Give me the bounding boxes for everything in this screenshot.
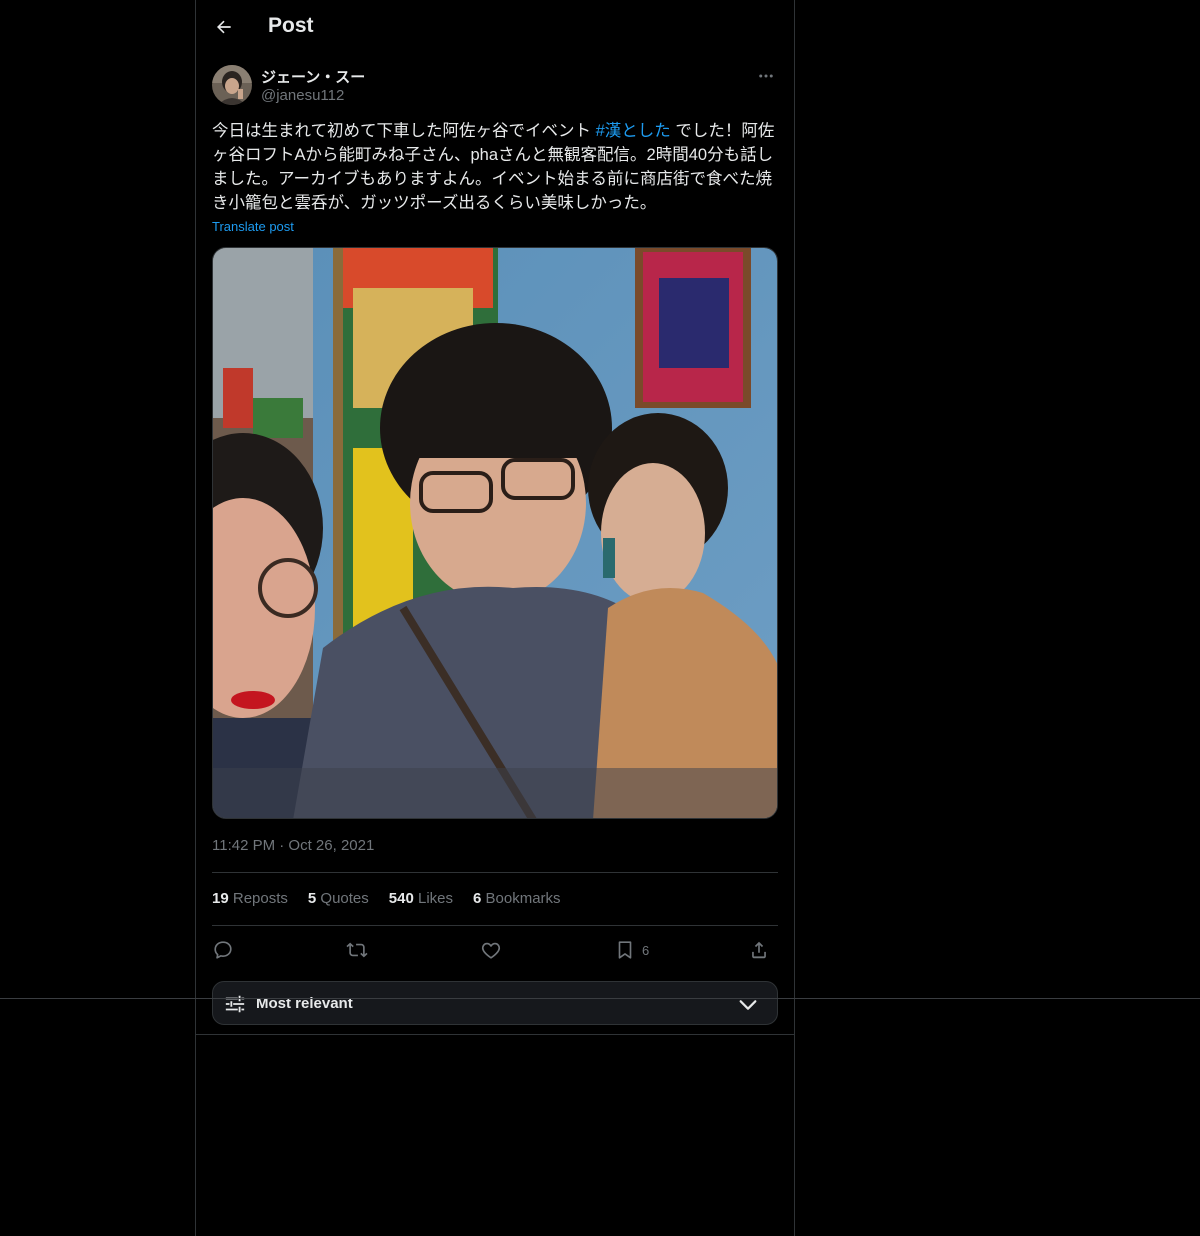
likes-label: Likes bbox=[417, 890, 454, 907]
post-text-before: 今日は生まれて初めて下車した阿佐ヶ谷でイベント bbox=[212, 122, 596, 140]
share-icon bbox=[752, 941, 766, 959]
repost-icon bbox=[346, 942, 368, 958]
reposts-count: 19 bbox=[212, 890, 229, 907]
translate-post-link[interactable]: Translate post bbox=[212, 219, 294, 234]
avatar[interactable] bbox=[212, 65, 252, 105]
main-column: Post ジェーン・スー @janesu112 今日は生まれて初めて下車した阿佐… bbox=[195, 0, 795, 1236]
divider bbox=[212, 872, 778, 873]
likes-count: 540 bbox=[388, 890, 414, 907]
reply-sort-dropdown[interactable]: Most relevant bbox=[212, 981, 778, 1025]
page-title: Post bbox=[268, 14, 314, 37]
bookmark-count: 6 bbox=[642, 942, 650, 958]
engagement-stats: 19 Reposts 5 Quotes 540 Likes 6 Bookmark… bbox=[212, 890, 561, 907]
like-button[interactable] bbox=[480, 934, 502, 966]
top-bar: Post bbox=[196, 0, 794, 54]
quotes-label: Quotes bbox=[320, 890, 369, 907]
repost-button[interactable] bbox=[346, 934, 368, 966]
bookmarks-label: Bookmarks bbox=[485, 890, 561, 907]
sliders-icon bbox=[225, 995, 245, 1013]
bookmarks-count: 6 bbox=[473, 890, 482, 907]
bookmark-icon bbox=[618, 941, 632, 959]
quotes-stat[interactable]: 5 Quotes bbox=[308, 890, 369, 907]
reply-icon bbox=[214, 941, 232, 959]
hashtag-link[interactable]: #漢とした bbox=[596, 122, 671, 140]
reposts-stat[interactable]: 19 Reposts bbox=[212, 890, 288, 907]
reposts-label: Reposts bbox=[232, 890, 288, 907]
bookmark-button[interactable]: 6 bbox=[614, 934, 649, 966]
share-button[interactable] bbox=[748, 934, 770, 966]
section-divider bbox=[196, 1034, 794, 1035]
likes-stat[interactable]: 540 Likes bbox=[389, 890, 453, 907]
heart-icon bbox=[481, 942, 501, 959]
more-horizontal-icon bbox=[759, 74, 773, 78]
more-options-button[interactable] bbox=[754, 64, 778, 88]
user-handle[interactable]: @janesu112 bbox=[261, 87, 344, 104]
post-photo[interactable] bbox=[212, 247, 778, 819]
quotes-count: 5 bbox=[307, 890, 317, 907]
horizontal-guide-line bbox=[0, 998, 1200, 999]
back-button[interactable] bbox=[210, 13, 238, 41]
divider bbox=[212, 925, 778, 926]
display-name[interactable]: ジェーン・スー bbox=[261, 66, 365, 87]
reply-button[interactable] bbox=[212, 934, 234, 966]
arrow-left-icon bbox=[217, 20, 231, 34]
action-bar: 6 bbox=[212, 934, 778, 966]
post-text: 今日は生まれて初めて下車した阿佐ヶ谷でイベント #漢とした でした！阿佐ヶ谷ロフ… bbox=[212, 119, 778, 215]
post-author: ジェーン・スー @janesu112 bbox=[212, 64, 778, 108]
bookmarks-stat[interactable]: 6 Bookmarks bbox=[473, 890, 561, 907]
post-timestamp[interactable]: 11:42 PM · Oct 26, 2021 bbox=[212, 837, 374, 854]
